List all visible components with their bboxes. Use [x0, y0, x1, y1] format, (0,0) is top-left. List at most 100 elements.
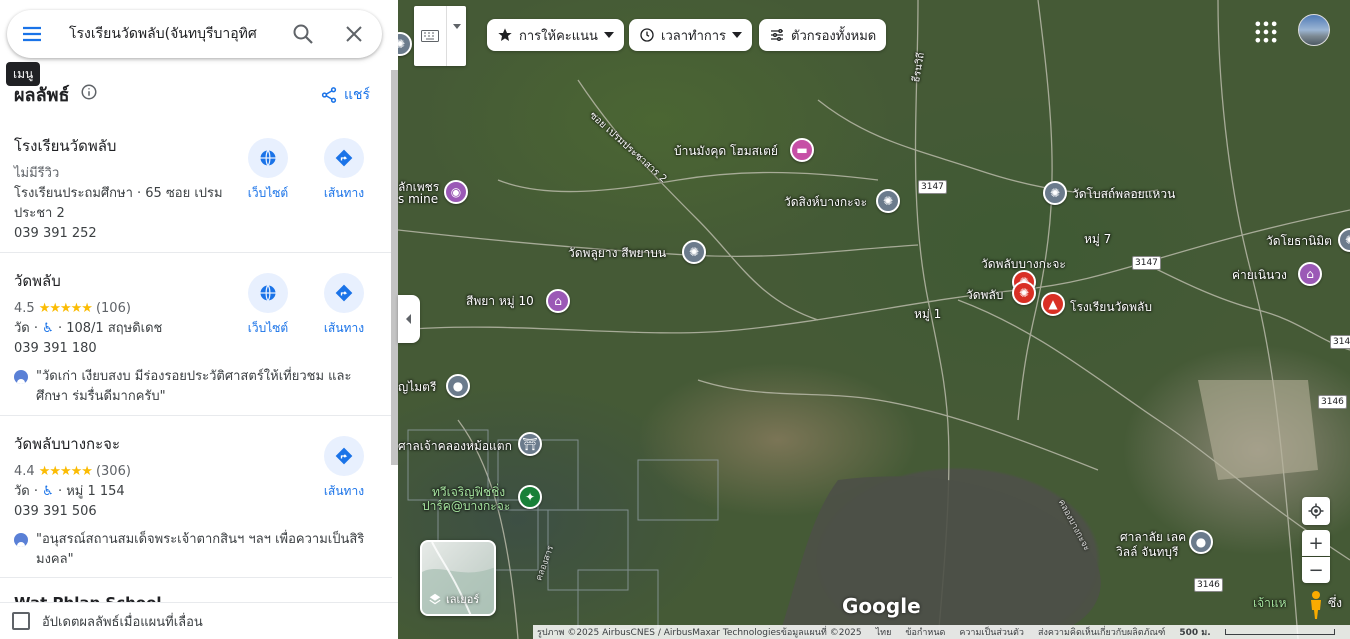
map-label[interactable]: วิลล์ จันทบุรี — [1116, 543, 1178, 562]
directions-button[interactable]: เส้นทาง — [318, 436, 370, 501]
map-label[interactable]: บ้านมังคุด โฮมสเตย์ — [674, 142, 778, 161]
account-avatar[interactable] — [1298, 14, 1330, 46]
menu-button[interactable] — [19, 22, 45, 46]
search-icon — [293, 24, 313, 44]
shrine-pin-icon[interactable]: ⛩ — [518, 432, 542, 456]
map-label[interactable]: ซึ่ง — [1328, 594, 1342, 613]
scale-label[interactable]: 500 ม. — [1179, 625, 1210, 639]
scale-bar[interactable] — [1224, 629, 1335, 635]
map-label[interactable]: สีพยา หมู่ 10 — [466, 292, 534, 311]
chevron-left-icon — [406, 314, 411, 324]
wheelchair-icon: ♿ — [42, 484, 54, 499]
info-icon[interactable] — [80, 83, 98, 101]
temple-pin-icon[interactable]: ✺ — [682, 240, 706, 264]
results-list[interactable]: โรงเรียนวัดพลับ ไม่มีรีวิว โรงเรียนประถม… — [0, 118, 392, 602]
map-label[interactable]: วัดโยธานิมิต — [1266, 232, 1332, 251]
review-count: (106) — [95, 301, 131, 316]
directions-button[interactable]: เส้นทาง — [318, 138, 370, 203]
review-snippet: "วัดเก่า เงียบสงบ มีร่องรอยประวัติศาสตร์… — [14, 367, 378, 407]
minus-icon: − — [1308, 559, 1324, 581]
result-rating-row: 4.5 ★★★★★ (106) — [14, 299, 239, 319]
google-apps-button[interactable] — [1252, 18, 1280, 46]
menu-tooltip: เมนู — [6, 62, 41, 86]
map-label[interactable]: ค่ายเนินวง — [1232, 266, 1287, 285]
search-button[interactable] — [291, 22, 315, 46]
input-tools-button[interactable] — [414, 6, 466, 66]
restaurant-pin-icon[interactable]: ✦ — [518, 485, 542, 509]
landmark-pin-icon[interactable]: ⌂ — [546, 289, 570, 313]
result-item[interactable]: วัดพลับบางกะจะ 4.4 ★★★★★ (306) วัด · ♿ ·… — [0, 416, 392, 578]
map-label[interactable]: s mine — [398, 192, 438, 206]
collapse-panel-button[interactable] — [398, 295, 420, 343]
map-label[interactable]: โรงเรียนวัดพลับ — [1070, 298, 1152, 317]
route-shield: 3146 — [1194, 578, 1223, 592]
all-filters-chip[interactable]: ตัวกรองทั้งหมด — [759, 19, 887, 51]
result-category-address: โรงเรียนประถมศึกษา · 65 ซอย เปรม — [14, 186, 223, 201]
result-item[interactable]: Wat Phlap School — [0, 578, 392, 602]
landmark-pin-icon[interactable]: ⌂ — [1298, 262, 1322, 286]
clear-search-button[interactable] — [342, 22, 366, 46]
directions-icon — [335, 447, 353, 465]
route-shield: 3147 — [1330, 335, 1350, 349]
place-pin-icon[interactable]: ● — [1189, 530, 1213, 554]
map-label[interactable]: เจ้าแห — [1253, 594, 1287, 613]
privacy-link[interactable]: ความเป็นส่วนตัว — [959, 625, 1024, 639]
share-button[interactable]: แชร์ — [320, 84, 370, 106]
result-category-address: วัด · ♿ · 108/1 สฤษดิเดช — [14, 321, 163, 336]
pegman-icon — [1311, 591, 1321, 619]
crosshair-icon — [1308, 503, 1324, 519]
menu-icon — [23, 26, 41, 42]
result-item[interactable]: โรงเรียนวัดพลับ ไม่มีรีวิว โรงเรียนประถม… — [0, 118, 392, 253]
street-view-pegman[interactable] — [1303, 590, 1329, 620]
map-label[interactable]: วัดพลับบางกะจะ — [981, 255, 1066, 274]
result-category: วัด — [14, 321, 30, 336]
map-label[interactable]: วัดพลับ — [966, 286, 1003, 305]
temple-pin-icon[interactable]: ✺ — [1043, 181, 1067, 205]
school-pin-icon[interactable]: ▲ — [1041, 292, 1065, 316]
temple-pin-icon[interactable]: ✺ — [1012, 281, 1036, 305]
reviewer-avatar-icon — [14, 370, 28, 384]
my-location-button[interactable] — [1302, 497, 1330, 525]
homestay-pin-icon[interactable]: ▬ — [790, 138, 814, 162]
website-label: เว็บไซต์ — [247, 186, 289, 200]
website-label: เว็บไซต์ — [247, 321, 289, 335]
map-canvas[interactable]: ▬ ✺ ✺ ✺ ⌂ ◉ ⌂ ✺ ✺ ▲ ● ⛩ ✦ ● ✺ ✺ บ้านมังค… — [398, 0, 1350, 639]
temple-pin-icon[interactable]: ✺ — [876, 189, 900, 213]
map-label[interactable]: หมู่ 7 — [1084, 230, 1111, 249]
map-label[interactable]: ปาร์ค@บางกะจะ — [422, 497, 510, 516]
route-shield: 3147 — [918, 180, 947, 194]
rating-filter-label: การให้คะแนน — [519, 28, 598, 44]
map-label[interactable]: ญไมตรี — [398, 378, 436, 397]
map-label[interactable]: ศาลเจ้าคลองหม้อแตก — [398, 437, 512, 456]
directions-label: เส้นทาง — [323, 484, 365, 498]
update-on-move-checkbox[interactable] — [12, 612, 30, 630]
terms-link[interactable]: ข้อกำหนด — [905, 625, 945, 639]
feedback-link[interactable]: ส่งความคิดเห็นเกี่ยวกับผลิตภัณฑ์ — [1038, 625, 1165, 639]
place-pin-icon[interactable]: ● — [446, 374, 470, 398]
review-snippet: "อนุสรณ์สถานสมเด็จพระเจ้าตากสินฯ ฯลฯ เพื… — [14, 530, 378, 570]
website-button[interactable]: เว็บไซต์ — [242, 273, 294, 338]
result-address: หมู่ 1 154 — [66, 484, 125, 499]
zoom-out-button[interactable]: − — [1302, 557, 1330, 583]
map-label[interactable]: วัดสิงห์บางกะจะ — [784, 193, 867, 212]
map-label[interactable]: วัดพลูยาง สีพยาบน — [568, 244, 666, 263]
search-box — [7, 10, 382, 58]
results-header: ผลลัพธ์ แชร์ — [14, 80, 384, 108]
hours-filter-chip[interactable]: เวลาทำการ — [629, 19, 753, 51]
map-label[interactable]: วัดโบสถ์พลอยแหวน — [1072, 185, 1175, 204]
rating-value: 4.4 — [14, 464, 35, 479]
rating-filter-chip[interactable]: การให้คะแนน — [487, 19, 624, 51]
results-scrollbar[interactable] — [391, 70, 398, 465]
website-button[interactable]: เว็บไซต์ — [242, 138, 294, 203]
search-input[interactable] — [69, 22, 283, 46]
language-link[interactable]: ไทย — [876, 625, 892, 639]
camera-pin-icon[interactable]: ◉ — [444, 180, 468, 204]
directions-button[interactable]: เส้นทาง — [318, 273, 370, 338]
result-name[interactable]: Wat Phlap School — [14, 594, 378, 602]
reviewer-avatar-icon — [14, 533, 28, 547]
result-item[interactable]: วัดพลับ 4.5 ★★★★★ (106) วัด · ♿ · 108/1 … — [0, 253, 392, 416]
result-address-cont: ประชา 2 — [14, 206, 65, 221]
layers-button[interactable]: เลเยอร์ — [420, 540, 496, 616]
zoom-in-button[interactable]: + — [1302, 530, 1330, 556]
result-rating-row: 4.4 ★★★★★ (306) — [14, 462, 239, 482]
